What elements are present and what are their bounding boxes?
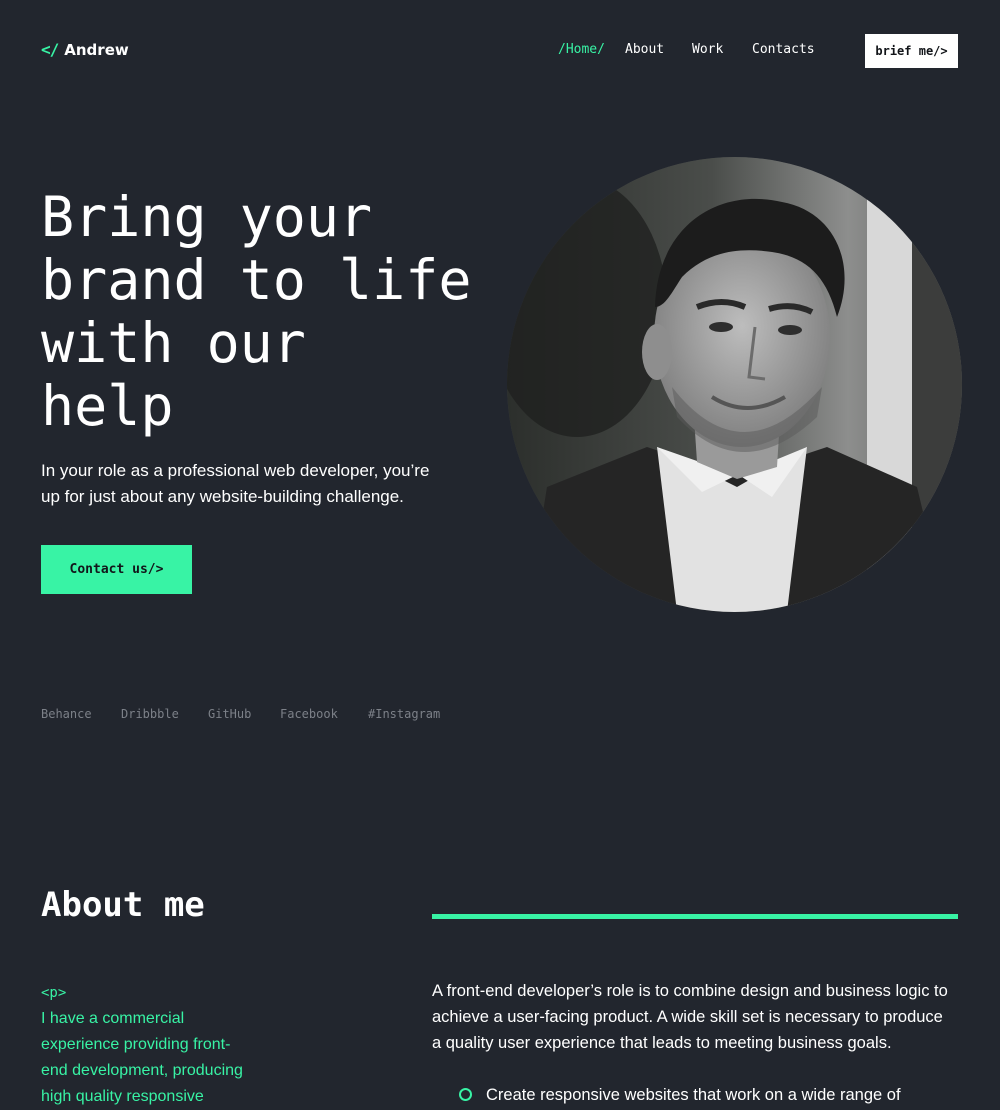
logo-name: Andrew xyxy=(64,40,129,59)
about-intro-line: end development, producing xyxy=(41,1062,243,1079)
about-intro: <p> I have a commercial experience provi… xyxy=(41,980,271,1110)
hero-title: Bring your brand to life with our help xyxy=(41,186,491,438)
social-dribbble[interactable]: Dribbble xyxy=(121,707,179,721)
portrait-illustration xyxy=(507,157,962,612)
about-description-line: achieve a user-facing product. A wide sk… xyxy=(432,1008,943,1026)
about-intro-line: I have a commercial xyxy=(41,1010,185,1027)
about-intro-line: experience providing front- xyxy=(41,1036,231,1053)
contact-us-button[interactable]: Contact us/> xyxy=(41,545,192,594)
hero-subtitle-line: up for just about any website-building c… xyxy=(41,487,404,506)
hero-title-line: Bring your xyxy=(41,185,373,249)
hero-title-line: with our xyxy=(41,311,306,375)
hero-title-line: help xyxy=(41,374,174,438)
nav-about[interactable]: About xyxy=(625,42,664,57)
hero-subtitle-line: In your role as a professional web devel… xyxy=(41,461,430,480)
about-intro-line: high quality responsive xyxy=(41,1088,204,1105)
code-tag: <p> xyxy=(41,985,67,1001)
hero-subtitle: In your role as a professional web devel… xyxy=(41,458,441,510)
nav-home[interactable]: /Home/ xyxy=(558,42,605,57)
skill-text: Create responsive websites that work on … xyxy=(486,1086,901,1104)
bullet-circle-icon xyxy=(459,1088,472,1101)
nav-work[interactable]: Work xyxy=(692,42,723,57)
portrait-photo xyxy=(507,157,962,612)
about-description: A front-end developer’s role is to combi… xyxy=(432,978,962,1056)
logo-code-icon: </ xyxy=(41,40,59,59)
hero-title-line: brand to life xyxy=(41,248,472,312)
about-title: About me xyxy=(41,885,205,925)
social-github[interactable]: GitHub xyxy=(208,707,251,721)
social-facebook[interactable]: Facebook xyxy=(280,707,338,721)
brief-me-button[interactable]: brief me/> xyxy=(865,34,958,68)
nav-contacts[interactable]: Contacts xyxy=(752,42,815,57)
social-instagram[interactable]: #Instagram xyxy=(368,707,440,721)
about-divider xyxy=(432,914,958,919)
skill-list-item: Create responsive websites that work on … xyxy=(459,1082,959,1108)
social-behance[interactable]: Behance xyxy=(41,707,92,721)
logo[interactable]: </ Andrew xyxy=(41,40,129,59)
about-description-line: A front-end developer’s role is to combi… xyxy=(432,982,948,1000)
about-description-line: a quality user experience that leads to … xyxy=(432,1034,892,1052)
